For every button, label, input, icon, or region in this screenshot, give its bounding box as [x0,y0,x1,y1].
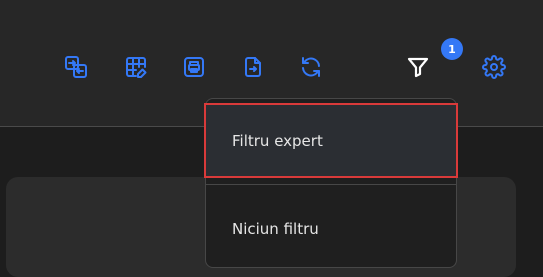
swap-tables-button[interactable] [60,51,92,83]
filter-icon [407,57,429,78]
settings-icon [482,55,506,79]
menu-item-no-filter[interactable]: Niciun filtru [206,199,456,259]
export-file-button[interactable] [237,51,269,83]
filter-button[interactable] [402,51,434,83]
grid-edit-icon [126,57,147,78]
export-file-icon [245,57,261,77]
menu-divider [206,184,456,185]
menu-item-expert-filter[interactable]: Filtru expert [204,103,458,178]
grid-edit-button[interactable] [120,51,152,83]
refresh-button[interactable] [295,51,327,83]
settings-button[interactable] [478,51,510,83]
print-icon [184,57,204,77]
refresh-icon [302,57,320,77]
print-button[interactable] [178,51,210,83]
swap-tables-icon [65,56,87,78]
menu-item-label: Niciun filtru [232,220,319,238]
filter-dropdown-menu: Filtru expert Niciun filtru [204,98,458,268]
filter-count-badge: 1 [441,38,463,60]
menu-item-label: Filtru expert [232,131,323,150]
